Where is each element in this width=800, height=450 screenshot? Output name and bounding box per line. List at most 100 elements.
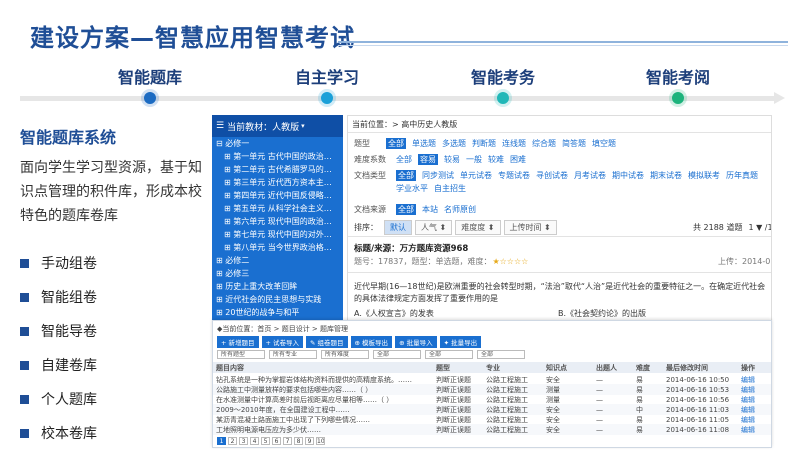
sidebar-header[interactable]: ☰ 当前教材：人教版 ▾ xyxy=(212,115,343,137)
filter-option[interactable]: 自主招生 xyxy=(434,183,466,194)
page-button[interactable]: 5 xyxy=(261,436,270,445)
filter-option[interactable]: 困难 xyxy=(510,154,526,165)
question-title[interactable]: 标题/来源：万方题库资源968 xyxy=(354,242,468,254)
filter-label: 文档类型 xyxy=(354,171,386,180)
table-cell[interactable]: 编辑 xyxy=(738,395,771,405)
tree-item[interactable]: ⊟ 必修一 xyxy=(212,137,343,150)
filter-option[interactable]: 同步测试 xyxy=(422,170,454,181)
filter-select[interactable]: 所有难度 xyxy=(321,350,369,359)
filter-select[interactable]: 所有专业 xyxy=(269,350,317,359)
page-button[interactable]: 9 xyxy=(305,436,314,445)
toolbar-button[interactable]: + 试卷导入 xyxy=(261,335,304,348)
toolbar-button[interactable]: ✦ 批量导出 xyxy=(439,335,482,348)
sort-button[interactable]: 上传时间 ⬍ xyxy=(503,220,557,235)
filter-option[interactable]: 历年真题 xyxy=(726,170,758,181)
tree-item[interactable]: ⊞ 历史上重大改革回眸 xyxy=(212,280,343,293)
table-cell[interactable]: 编辑 xyxy=(738,415,771,425)
tree-item[interactable]: ⊞ 20世纪的战争与和平 xyxy=(212,306,343,319)
feature-label: 智能导卷 xyxy=(41,324,97,340)
sort-button[interactable]: 默认 xyxy=(384,220,412,235)
page-button[interactable]: 3 xyxy=(239,436,248,445)
filter-select[interactable]: 全部 xyxy=(373,350,421,359)
filter-option[interactable]: 寻创试卷 xyxy=(536,170,568,181)
table-cell: 判断正误题 xyxy=(436,415,471,424)
filter-option[interactable]: 单元试卷 xyxy=(460,170,492,181)
table-row[interactable]: 工地照明电源电压应为多少伏…… 判断正误题 公路工程施工 安全 — 易 2014-06-16… xyxy=(213,424,771,435)
table-cell: 安全 xyxy=(546,425,560,434)
table-cell[interactable]: 编辑 xyxy=(738,425,771,435)
filter-option[interactable]: 多选题 xyxy=(442,138,466,149)
filter-option[interactable]: 期末试卷 xyxy=(650,170,682,181)
filter-option[interactable]: 模拟联考 xyxy=(688,170,720,181)
tree-item[interactable]: ⊞ 第一单元 古代中国的政治… xyxy=(212,150,343,163)
toolbar-button[interactable]: + 新增题目 xyxy=(217,335,259,348)
pager-select[interactable]: 1 ▼ /1 xyxy=(748,223,771,232)
tree-item[interactable]: ⊞ 第三单元 近代西方资本主… xyxy=(212,176,343,189)
page-button[interactable]: 7 xyxy=(283,436,292,445)
filter-option[interactable]: 连线题 xyxy=(502,138,526,149)
table-cell: — xyxy=(596,425,603,434)
tree-item[interactable]: ⊞ 第二单元 古代希腊罗马的… xyxy=(212,163,343,176)
stage-dot-2 xyxy=(321,92,333,104)
filter-option[interactable]: 综合题 xyxy=(532,138,556,149)
page-button[interactable]: 2 xyxy=(228,436,237,445)
sort-button[interactable]: 难度度 ⬍ xyxy=(455,220,501,235)
toolbar-button[interactable]: ⊕ 模板导出 xyxy=(350,335,393,348)
table-cell: 易 xyxy=(636,415,643,424)
table-cell: 公路工程施工 xyxy=(486,395,528,404)
tree-item[interactable]: ⊞ 第八单元 当今世界政治格… xyxy=(212,241,343,254)
tree-item[interactable]: ⊞ 第四单元 近代中国反侵略… xyxy=(212,189,343,202)
option-b: B.《社会契约论》的出版 xyxy=(558,308,646,319)
page-button[interactable]: 4 xyxy=(250,436,259,445)
toolbar-button[interactable]: ⊕ 批量导入 xyxy=(395,335,437,348)
filter-select[interactable]: 全部 xyxy=(477,350,525,359)
table-cell: 2009～2010年度，在全国建设工程中…… xyxy=(216,405,350,414)
page-button[interactable]: 10 xyxy=(316,436,325,445)
filter-option[interactable]: 全部 xyxy=(396,170,416,181)
textbook-selector: 当前教材：人教版 xyxy=(227,122,300,133)
feature-item: 手动组卷 xyxy=(20,253,97,273)
table-cell[interactable]: 编辑 xyxy=(738,385,771,395)
filter-option[interactable]: 一般 xyxy=(466,154,482,165)
page-button[interactable]: 6 xyxy=(272,436,281,445)
filter-option[interactable]: 全部 xyxy=(386,138,406,149)
table-cell[interactable]: 编辑 xyxy=(738,375,771,385)
filter-option[interactable]: 较难 xyxy=(488,154,504,165)
filter-option[interactable]: 简答题 xyxy=(562,138,586,149)
sort-button[interactable]: 人气 ⬍ xyxy=(415,220,453,235)
divider xyxy=(348,272,771,273)
table-cell: 公路工程施工 xyxy=(486,385,528,394)
page-button[interactable]: 1 xyxy=(217,436,226,445)
filter-option[interactable]: 名师原创 xyxy=(444,204,476,215)
tree-item[interactable]: ⊞ 必修二 xyxy=(212,254,343,267)
tree-item[interactable]: ⊞ 第五单元 从科学社会主义… xyxy=(212,202,343,215)
filter-option[interactable]: 全部 xyxy=(396,154,412,165)
tree-item[interactable]: ⊞ 第七单元 现代中国的对外… xyxy=(212,228,343,241)
tree-item[interactable]: ⊞ 近代社会的民主思想与实践 xyxy=(212,293,343,306)
table-cell: 测量 xyxy=(546,395,560,404)
filter-option[interactable]: 专题试卷 xyxy=(498,170,530,181)
stage-dot-1 xyxy=(144,92,156,104)
filter-option[interactable]: 期中试卷 xyxy=(612,170,644,181)
toolbar-button[interactable]: ✎ 组卷题目 xyxy=(306,335,348,348)
filter-option[interactable]: 全部 xyxy=(396,204,416,215)
filter-option[interactable]: 本站 xyxy=(422,204,438,215)
filter-select[interactable]: 全部 xyxy=(425,350,473,359)
list-icon: ☰ xyxy=(216,121,225,131)
filter-option[interactable]: 填空题 xyxy=(592,138,616,149)
filter-option[interactable]: 单选题 xyxy=(412,138,436,149)
question-meta: 题号：17837，题型：单选题，难度： ★☆☆☆☆ xyxy=(354,256,528,267)
filter-select[interactable]: 所有题型 xyxy=(217,350,265,359)
filter-option[interactable]: 较易 xyxy=(444,154,460,165)
filter-option[interactable]: 月考试卷 xyxy=(574,170,606,181)
table-cell[interactable]: 编辑 xyxy=(738,405,771,415)
tree-item[interactable]: ⊞ 必修三 xyxy=(212,267,343,280)
filter-option[interactable]: 判断题 xyxy=(472,138,496,149)
filter-option[interactable]: 容易 xyxy=(418,154,438,165)
tree-item[interactable]: ⊞ 第六单元 现代中国的政治… xyxy=(212,215,343,228)
type-options: 全部 单选题 多选题 判断题 连线题 综合题 简答题 填空题 xyxy=(386,138,616,149)
feature-label: 校本卷库 xyxy=(41,426,97,442)
filter-option[interactable]: 学业水平 xyxy=(396,183,428,194)
page-button[interactable]: 8 xyxy=(294,436,303,445)
table-cell: — xyxy=(596,415,603,424)
